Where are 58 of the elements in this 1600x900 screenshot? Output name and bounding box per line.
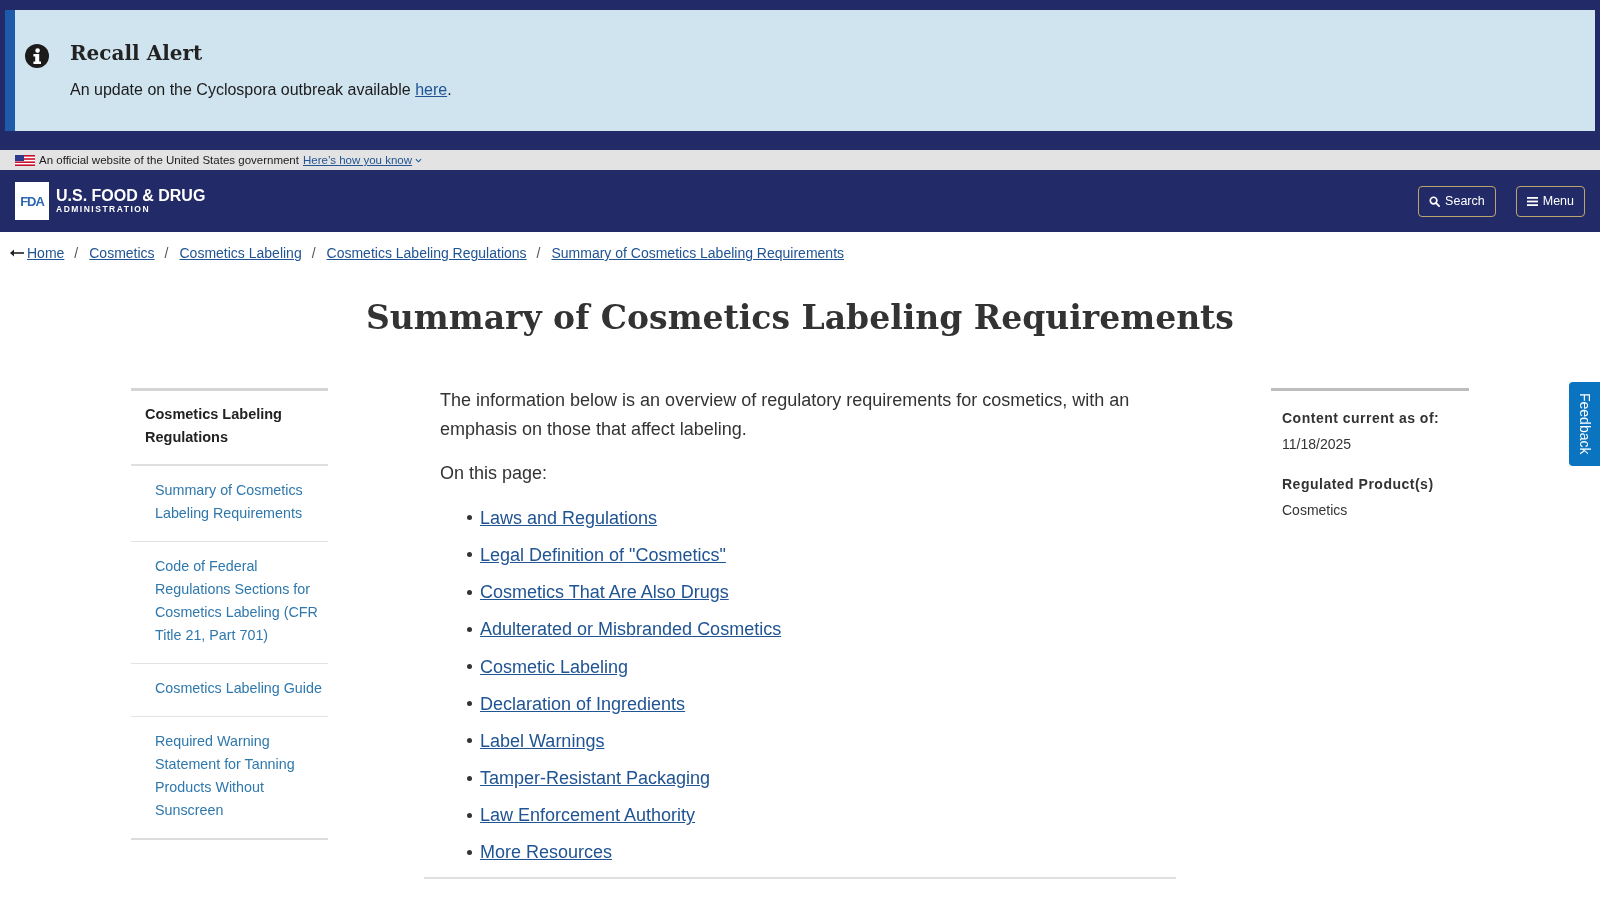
logo-badge[interactable]: FDA	[15, 182, 49, 220]
breadcrumb-separator: /	[536, 244, 541, 262]
bullet-icon	[467, 701, 472, 707]
alert-title: Recall Alert	[70, 40, 204, 66]
page-section-link[interactable]: Legal Definition of "Cosmetics"	[480, 540, 726, 569]
info-icon	[25, 44, 49, 68]
intro-paragraph: The information below is an overview of regulatory requirements for cosmetics, with an emphasis on those that affect labeling.	[439, 389, 1131, 441]
breadcrumb-link[interactable]: Home	[27, 244, 65, 262]
flag-icon	[15, 154, 35, 166]
on-this-page-label: On this page:	[439, 462, 549, 486]
sidebar-link[interactable]: Summary of Cosmetics Labeling Requirements	[131, 466, 328, 542]
menu-button[interactable]: Menu	[1515, 185, 1585, 217]
sidebar-link[interactable]: Required Warning Statement for Tanning Products Without Sunscreen	[131, 717, 328, 838]
page-section-link[interactable]: Tamper-Resistant Packaging	[480, 764, 711, 793]
logo-subtitle[interactable]: ADMINISTRATION	[56, 204, 206, 215]
meta-label: Content current as of:	[1282, 409, 1441, 428]
menu-icon	[1526, 196, 1538, 206]
breadcrumb-link[interactable]: Cosmetics Labeling Regulations	[326, 244, 527, 262]
sidebar-link[interactable]: Code of Federal Regulations Sections for Cosmetics Labeling (CFR Title 21, Part 701)	[131, 542, 328, 664]
bullet-icon	[467, 552, 472, 558]
sidebar-link[interactable]: Cosmetics Labeling Guide	[131, 664, 328, 717]
meta-value: Cosmetics	[1282, 500, 1349, 520]
page-section-link[interactable]: Cosmetics That Are Also Drugs	[480, 578, 729, 607]
page-section-link[interactable]: Adulterated or Misbranded Cosmetics	[480, 615, 782, 644]
meta-label: Regulated Product(s)	[1282, 475, 1435, 494]
chevron-down-icon	[415, 157, 423, 163]
page-title: Summary of Cosmetics Labeling Requirements	[365, 297, 1235, 339]
bullet-icon	[467, 626, 472, 632]
sidebar-section-link[interactable]: Cosmetics Labeling Regulations	[131, 391, 328, 466]
feedback-tab[interactable]: Feedback	[1569, 382, 1600, 466]
page-section-link[interactable]: Cosmetic Labeling	[480, 652, 629, 681]
search-icon	[1429, 195, 1441, 207]
alert-link[interactable]: here	[415, 81, 448, 98]
logo-name[interactable]: U.S. FOOD & DRUG	[56, 187, 206, 204]
breadcrumb-separator: /	[164, 244, 169, 262]
back-arrow-icon	[10, 249, 24, 257]
gov-banner-text: An official website of the United States government	[39, 154, 299, 166]
page-section-link[interactable]: More Resources	[480, 838, 613, 867]
bullet-icon	[467, 812, 472, 818]
bullet-icon	[467, 664, 472, 670]
page-section-link[interactable]: Label Warnings	[480, 726, 605, 755]
bullet-icon	[467, 515, 472, 521]
page-section-link[interactable]: Laws and Regulations	[480, 503, 658, 532]
bullet-icon	[467, 738, 472, 744]
bullet-icon	[467, 589, 472, 595]
page-section-link[interactable]: Law Enforcement Authority	[480, 801, 696, 830]
breadcrumb-link[interactable]: Summary of Cosmetics Labeling Requirements	[551, 244, 845, 262]
breadcrumb-link[interactable]: Cosmetics	[89, 244, 155, 262]
page-section-link[interactable]: Declaration of Ingredients	[480, 689, 686, 718]
bullet-icon	[467, 849, 472, 855]
how-you-know-link[interactable]: Here’s how you know	[302, 154, 423, 166]
breadcrumb-separator: /	[74, 244, 79, 262]
meta-value: 11/18/2025	[1282, 434, 1353, 454]
bullet-icon	[467, 775, 472, 781]
breadcrumb-link[interactable]: Cosmetics Labeling	[179, 244, 302, 262]
breadcrumb-separator: /	[311, 244, 316, 262]
alert-message: An update on the Cyclospora outbreak available here.	[70, 80, 452, 100]
search-button[interactable]: Search	[1418, 185, 1496, 217]
